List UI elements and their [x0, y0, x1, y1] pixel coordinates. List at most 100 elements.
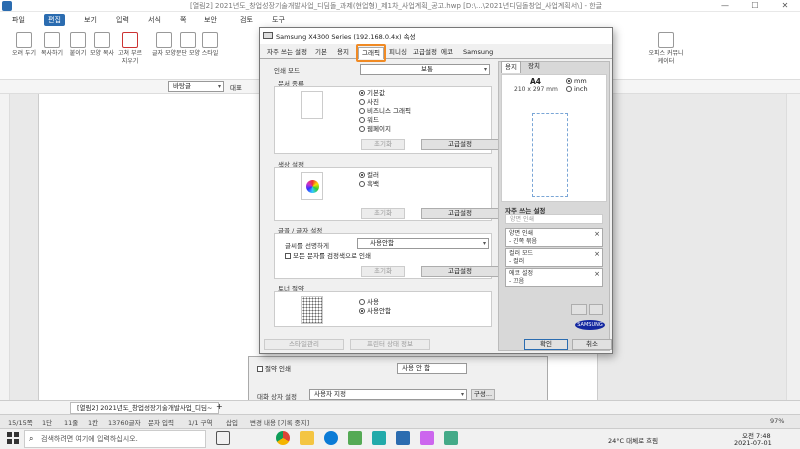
menu-page[interactable]: 쪽: [176, 14, 190, 26]
menu-tools[interactable]: 도구: [268, 14, 289, 26]
favorite-item[interactable]: 양면 인쇄 - 긴쪽 묶음 ×: [505, 228, 603, 247]
paper-dims: 210 x 297 mm: [514, 86, 558, 93]
tab-eco[interactable]: 에코: [438, 47, 456, 59]
task-view-icon[interactable]: [216, 431, 230, 445]
close-icon[interactable]: ×: [594, 230, 600, 238]
menu-format[interactable]: 서식: [144, 14, 165, 26]
tab-finishing[interactable]: 피니싱: [386, 47, 410, 59]
doc-type-business[interactable]: 비즈니스 그래픽: [359, 107, 411, 116]
favorite-item[interactable]: 컬러 모드 - 컬러 ×: [505, 248, 603, 267]
tab-basic[interactable]: 기본: [312, 47, 330, 59]
windows-start-icon[interactable]: [6, 431, 20, 445]
preview-tab-layout[interactable]: 장치: [525, 61, 543, 73]
store-icon[interactable]: [372, 431, 386, 445]
ribbon-paste[interactable]: 붙이기: [66, 32, 90, 58]
tab-advanced[interactable]: 고급설정: [410, 47, 440, 59]
print-mode-select[interactable]: 보통 ▾: [360, 64, 490, 75]
dialog-setting-select[interactable]: 사용자 지정 ▾: [309, 389, 467, 400]
menu-bar: 파일 편집 보기 입력 서식 쪽 보안 검토 도구: [0, 12, 800, 28]
add-tab-icon[interactable]: +: [216, 402, 223, 411]
color-mode-mono[interactable]: 흑백: [359, 180, 379, 189]
vertical-scrollbar[interactable]: [786, 94, 800, 400]
toner-on[interactable]: 사용: [359, 298, 379, 307]
ok-button[interactable]: 확인: [524, 339, 568, 350]
doc-type-reset-button[interactable]: 초기화: [361, 139, 405, 150]
doc-type-web[interactable]: 웹페이지: [359, 125, 391, 134]
style-select[interactable]: 바탕글 ▾: [168, 81, 224, 92]
preview-tab-paper[interactable]: 용지: [501, 61, 521, 73]
status-chars: 13760글자: [108, 419, 141, 427]
toner-off[interactable]: 사용안함: [359, 307, 391, 316]
document-tab[interactable]: [열림2] 2021년도_창업성장기술개발사업_디딤~: [70, 402, 220, 414]
close-icon[interactable]: ×: [594, 250, 600, 258]
doc-type-word[interactable]: 워드: [359, 116, 379, 125]
menu-insert[interactable]: 입력: [112, 14, 133, 26]
app-icon[interactable]: [420, 431, 434, 445]
app-logo-icon: [2, 1, 12, 11]
delete-favorite-icon[interactable]: [589, 304, 603, 315]
weather[interactable]: 24°C 대체로 흐림: [608, 435, 658, 445]
preview-panel: 용지 장치 A4 210 x 297 mm mm inch 자주 쓰는 설정 양…: [498, 61, 610, 351]
ribbon-para-shape[interactable]: 문단 모양: [176, 32, 200, 58]
color-wheel-icon: [301, 172, 323, 200]
color-mode-color[interactable]: 컬러: [359, 171, 379, 180]
tab-favorites[interactable]: 자주 쓰는 설정: [264, 47, 310, 59]
printer-status-button[interactable]: 프린터 상태 정보: [350, 339, 430, 350]
title-bar: [열림2] 2021년도_창업성장기술개발사업_디딤돌_과제(현업형)_제1차_…: [0, 0, 800, 12]
ribbon-format-copy[interactable]: 모양 복사: [90, 32, 114, 58]
text-reset-button[interactable]: 초기화: [361, 266, 405, 277]
edge-icon[interactable]: [324, 431, 338, 445]
samsung-logo: SAMSUNG: [575, 320, 605, 330]
unit-inch[interactable]: inch: [566, 85, 588, 94]
minimize-button[interactable]: —: [710, 0, 740, 12]
file-explorer-icon[interactable]: [300, 431, 314, 445]
doc-type-default[interactable]: 기본값: [359, 89, 385, 98]
maximize-button[interactable]: ☐: [740, 0, 770, 12]
eco-print-select[interactable]: 사용 안 함: [397, 363, 467, 374]
favorite-item[interactable]: 에코 설정 - 끄음 ×: [505, 268, 603, 287]
ribbon-char-shape[interactable]: 글자 모양: [152, 32, 176, 58]
vertical-ruler: [0, 94, 10, 400]
close-button[interactable]: ✕: [770, 0, 800, 12]
close-icon[interactable]: ×: [594, 270, 600, 278]
menu-review[interactable]: 검토: [236, 14, 257, 26]
menu-file[interactable]: 파일: [8, 14, 29, 26]
style-manage-button[interactable]: 스타일관리: [264, 339, 344, 350]
ribbon-style[interactable]: 스타일: [198, 32, 222, 58]
taskbar-search[interactable]: ⌕ 검색하려면 여기에 입력하십시오.: [24, 430, 206, 448]
clipboard-icon: [70, 32, 86, 48]
color-reset-button[interactable]: 초기화: [361, 208, 405, 219]
app-icon[interactable]: [444, 431, 458, 445]
configure-button[interactable]: 구성...: [471, 389, 495, 400]
menu-edit[interactable]: 편집: [44, 14, 65, 26]
font-select[interactable]: 대표: [230, 82, 242, 92]
save-favorite-icon[interactable]: [571, 304, 587, 315]
paper-size: A4: [530, 77, 542, 86]
ribbon-office-communicator[interactable]: 오피스 커뮤니케이터: [646, 32, 686, 66]
menu-view[interactable]: 보기: [80, 14, 101, 26]
dialog-title: Samsung X4300 Series (192.168.0.4x) 속성: [276, 33, 416, 41]
ribbon-erase[interactable]: 고쳐 부르 지우기: [116, 32, 144, 66]
chrome-icon[interactable]: [276, 431, 290, 445]
status-lang: 문자 입력: [148, 419, 174, 427]
eco-print-check[interactable]: 절약 인쇄: [257, 365, 291, 374]
tab-samsung[interactable]: Samsung: [460, 47, 496, 59]
ribbon-copy[interactable]: 복사하기: [40, 32, 64, 58]
favorites-input[interactable]: 양면 인쇄: [505, 214, 603, 224]
doc-type-advanced-button[interactable]: 고급설정: [421, 139, 499, 150]
ribbon-cut[interactable]: 오려 두기: [12, 32, 36, 58]
black-text-check[interactable]: 모든 문자를 검정색으로 인쇄: [285, 252, 371, 261]
cancel-button[interactable]: 취소: [572, 339, 612, 350]
text-advanced-button[interactable]: 고급설정: [421, 266, 499, 277]
clock-date[interactable]: 2021-07-01: [734, 439, 772, 447]
tab-paper[interactable]: 용지: [334, 47, 352, 59]
chevron-down-icon: ▾: [217, 83, 221, 90]
app-icon[interactable]: [348, 431, 362, 445]
hancom-icon[interactable]: [396, 431, 410, 445]
printer-properties-dialog: Samsung X4300 Series (192.168.0.4x) 속성 자…: [259, 27, 613, 354]
scissors-icon: [16, 32, 32, 48]
menu-security[interactable]: 보안: [200, 14, 221, 26]
sharpen-select[interactable]: 사용안함 ▾: [357, 238, 489, 249]
color-advanced-button[interactable]: 고급설정: [421, 208, 499, 219]
doc-type-photo[interactable]: 사진: [359, 98, 379, 107]
